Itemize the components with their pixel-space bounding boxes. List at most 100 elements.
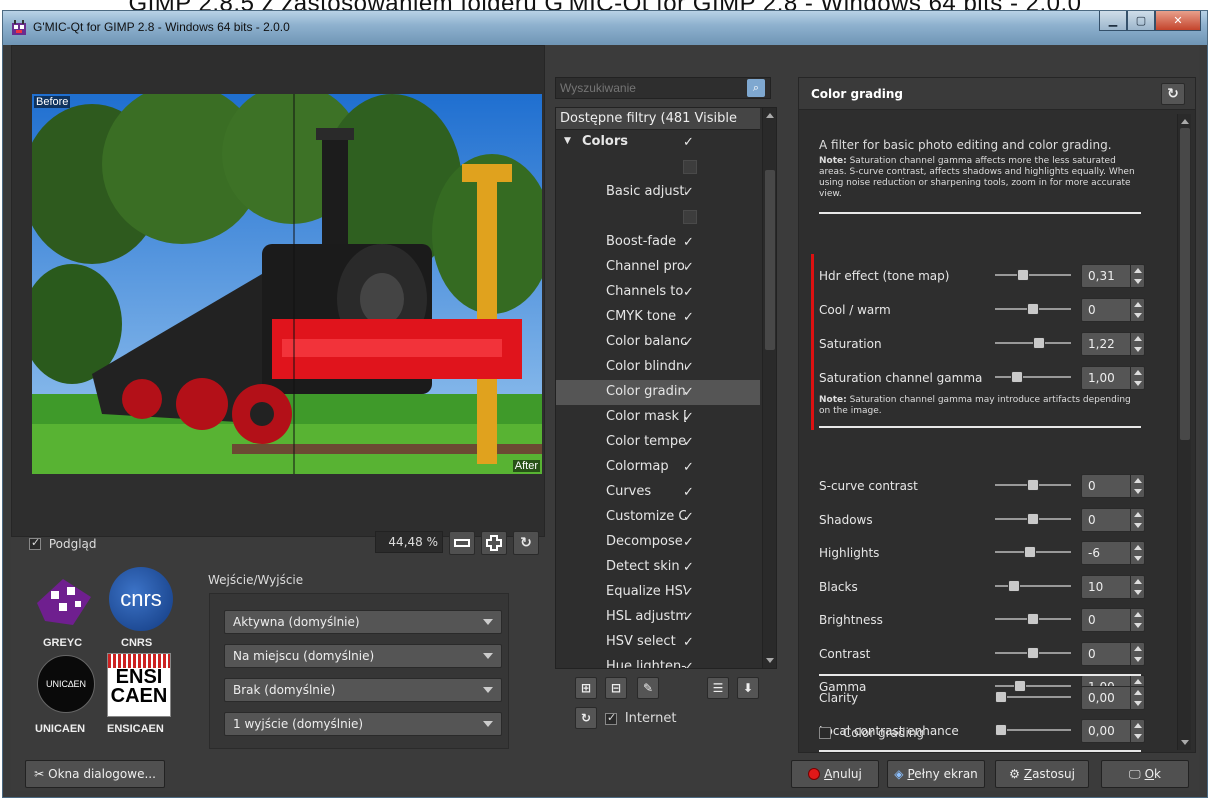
spin-arrows-icon[interactable] bbox=[1130, 687, 1144, 709]
filter-search-input[interactable] bbox=[555, 77, 771, 99]
internet-checkbox[interactable] bbox=[605, 711, 617, 725]
filter-item[interactable]: Detect skin ✓ bbox=[556, 555, 760, 580]
slider-handle[interactable] bbox=[1027, 512, 1039, 525]
filter-item[interactable]: Color temper ✓ bbox=[556, 430, 760, 455]
filter-visibility-checkbox[interactable]: ✓ bbox=[683, 185, 694, 200]
slider-handle[interactable] bbox=[1027, 303, 1039, 315]
minimize-button[interactable]: ▁ bbox=[1099, 11, 1127, 31]
param-slider[interactable] bbox=[995, 724, 1071, 736]
expand-all-button[interactable]: ⬇ bbox=[737, 677, 759, 699]
slider-handle[interactable] bbox=[995, 724, 1007, 736]
color-grading-toggle[interactable]: Color grading bbox=[819, 725, 924, 749]
param-spinbox[interactable]: 0,00 bbox=[1081, 686, 1145, 710]
filter-visibility-checkbox[interactable]: ✓ bbox=[683, 235, 694, 250]
param-slider[interactable] bbox=[995, 337, 1071, 349]
slider-handle[interactable] bbox=[1027, 613, 1039, 625]
filter-item[interactable] bbox=[556, 205, 760, 230]
apply-button[interactable]: ⚙ Zastosuj bbox=[995, 760, 1089, 788]
tree-category-colors[interactable]: ▼ Colors ✓ bbox=[556, 130, 760, 155]
output-messages-select[interactable]: 1 wyjście (domyślnie) bbox=[224, 712, 502, 736]
update-filters-button[interactable]: ↻ bbox=[575, 707, 597, 729]
param-slider[interactable] bbox=[995, 479, 1071, 491]
param-slider[interactable] bbox=[995, 546, 1071, 558]
param-spinbox[interactable]: 0,00 bbox=[1081, 719, 1145, 743]
filter-visibility-checkbox[interactable]: ✓ bbox=[683, 285, 694, 300]
spin-arrows-icon[interactable] bbox=[1130, 542, 1144, 564]
param-spinbox[interactable]: -6 bbox=[1081, 541, 1145, 565]
slider-handle[interactable] bbox=[1033, 337, 1045, 349]
slider-handle[interactable] bbox=[1011, 371, 1023, 383]
filter-item[interactable]: Color balance✓ bbox=[556, 330, 760, 355]
param-spinbox[interactable]: 10 bbox=[1081, 574, 1145, 599]
reset-zoom-button[interactable]: ↻ bbox=[513, 531, 539, 555]
filter-item[interactable]: Colormap ✓ bbox=[556, 455, 760, 480]
param-spinbox[interactable]: 0 bbox=[1081, 474, 1145, 498]
preview-checkbox[interactable] bbox=[29, 536, 41, 550]
param-spinbox[interactable]: 0 bbox=[1081, 507, 1145, 532]
slider-handle[interactable] bbox=[1027, 479, 1039, 491]
param-slider[interactable] bbox=[995, 371, 1071, 383]
internet-toggle[interactable]: Internet bbox=[605, 711, 676, 726]
param-slider[interactable] bbox=[995, 691, 1071, 703]
filter-item[interactable]: Channel proc ✓ bbox=[556, 255, 760, 280]
filter-tree[interactable]: Dostępne filtry (481 Visible ▼ Colors ✓ … bbox=[555, 107, 777, 669]
filter-visibility-checkbox[interactable]: ✓ bbox=[683, 660, 694, 668]
remove-favorite-button[interactable]: ⊟ bbox=[605, 677, 627, 699]
maximize-button[interactable]: ▢ bbox=[1127, 11, 1155, 31]
filter-visibility-checkbox[interactable]: ✓ bbox=[683, 335, 694, 350]
param-slider[interactable] bbox=[995, 512, 1071, 525]
filter-item[interactable]: HSL adjustme✓ bbox=[556, 605, 760, 630]
fullscreen-button[interactable]: ◈ Pełny ekran bbox=[887, 760, 985, 788]
cancel-button[interactable]: Anuluj bbox=[791, 760, 879, 788]
preview-image[interactable]: Before After bbox=[32, 94, 542, 474]
param-spinbox[interactable]: 0 bbox=[1081, 641, 1145, 666]
filter-item[interactable]: Channels to l ✓ bbox=[556, 280, 760, 305]
filter-visibility-checkbox[interactable]: ✓ bbox=[683, 310, 694, 325]
filter-item[interactable]: Basic adjustn ✓ bbox=[556, 180, 760, 205]
output-mode-select[interactable]: Na miejscu (domyślnie) bbox=[224, 644, 502, 668]
slider-handle[interactable] bbox=[1017, 269, 1029, 281]
filter-visibility-checkbox[interactable] bbox=[683, 210, 697, 224]
param-spinbox[interactable]: 1,22 bbox=[1081, 332, 1145, 356]
filter-item[interactable] bbox=[556, 155, 760, 180]
slider-handle[interactable] bbox=[995, 691, 1007, 703]
param-slider[interactable] bbox=[995, 303, 1071, 315]
filter-visibility-checkbox[interactable]: ✓ bbox=[683, 585, 694, 600]
search-button[interactable]: ⌕ bbox=[747, 79, 765, 97]
rename-favorite-button[interactable]: ✎ bbox=[637, 677, 659, 699]
filter-tree-scrollbar[interactable] bbox=[762, 108, 776, 668]
param-spinbox[interactable]: 0 bbox=[1081, 298, 1145, 322]
param-slider[interactable] bbox=[995, 269, 1071, 281]
filter-item[interactable]: Equalize HSV ✓ bbox=[556, 580, 760, 605]
filter-item[interactable]: Color mask [i ✓ bbox=[556, 405, 760, 430]
filter-item[interactable]: Boost-fade ✓ bbox=[556, 230, 760, 255]
param-slider[interactable] bbox=[995, 613, 1071, 625]
filter-item[interactable]: HSV select ✓ bbox=[556, 630, 760, 655]
filter-visibility-checkbox[interactable]: ✓ bbox=[683, 460, 694, 475]
spin-arrows-icon[interactable] bbox=[1130, 609, 1144, 631]
filter-item[interactable]: Decompose c ✓ bbox=[556, 530, 760, 555]
preview-toggle[interactable]: Podgląd bbox=[29, 536, 97, 551]
filter-item[interactable]: Curves ✓ bbox=[556, 480, 760, 505]
spin-arrows-icon[interactable] bbox=[1130, 642, 1144, 665]
dialogs-button[interactable]: ✂ Okna dialogowe... bbox=[25, 760, 165, 788]
spin-arrows-icon[interactable] bbox=[1130, 333, 1144, 355]
param-spinbox[interactable]: 0 bbox=[1081, 608, 1145, 632]
param-slider[interactable] bbox=[995, 579, 1071, 592]
preview-mode-select[interactable]: Brak (domyślnie) bbox=[224, 678, 502, 702]
zoom-in-button[interactable] bbox=[481, 531, 507, 555]
filter-visibility-checkbox[interactable] bbox=[683, 160, 697, 174]
spin-arrows-icon[interactable] bbox=[1130, 720, 1144, 742]
filter-visibility-checkbox[interactable]: ✓ bbox=[683, 360, 694, 375]
filter-visibility-checkbox[interactable]: ✓ bbox=[683, 610, 694, 625]
filter-item[interactable]: Color blindne ✓ bbox=[556, 355, 760, 380]
param-slider[interactable] bbox=[995, 646, 1071, 659]
scroll-thumb[interactable] bbox=[1180, 128, 1190, 440]
filter-visibility-checkbox[interactable]: ✓ bbox=[683, 435, 694, 450]
filter-item[interactable]: CMYK tone ✓ bbox=[556, 305, 760, 330]
zoom-level-field[interactable]: 44,48 % bbox=[375, 531, 443, 553]
spin-arrows-icon[interactable] bbox=[1130, 265, 1144, 287]
close-button[interactable]: ✕ bbox=[1155, 11, 1201, 31]
spin-arrows-icon[interactable] bbox=[1130, 508, 1144, 531]
filter-visibility-checkbox[interactable]: ✓ bbox=[683, 510, 694, 525]
